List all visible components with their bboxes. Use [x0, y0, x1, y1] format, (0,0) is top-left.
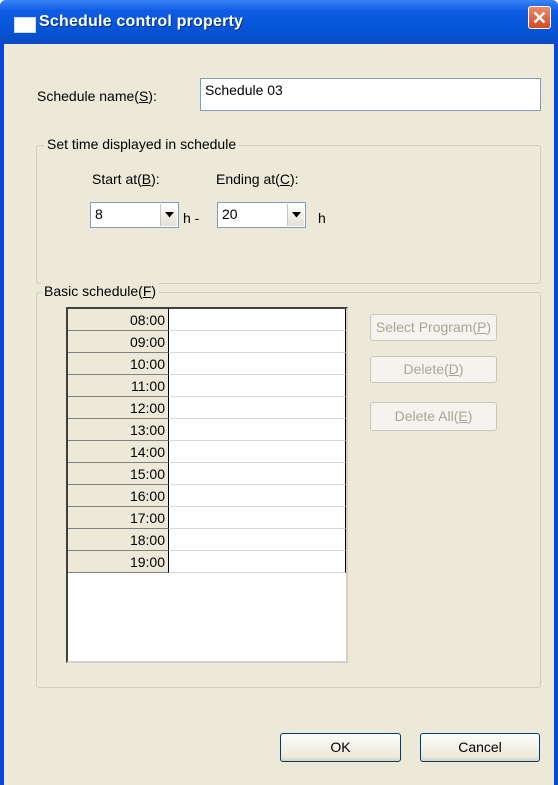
table-row[interactable]: 14:00: [68, 441, 346, 463]
row-program-cell[interactable]: [170, 529, 346, 551]
basic-schedule-legend: Basic schedule(F): [41, 283, 160, 299]
start-hour-combobox[interactable]: 8: [90, 202, 179, 228]
table-row[interactable]: 19:00: [68, 551, 346, 573]
row-program-cell[interactable]: [170, 375, 346, 397]
table-row[interactable]: 17:00: [68, 507, 346, 529]
row-time-label: 18:00: [68, 529, 169, 551]
chevron-down-icon: [292, 212, 301, 218]
table-row[interactable]: 11:00: [68, 375, 346, 397]
row-program-cell[interactable]: [170, 463, 346, 485]
row-time-label: 19:00: [68, 551, 169, 573]
close-x-icon: [533, 11, 546, 24]
chevron-down-icon: [165, 212, 174, 218]
start-hour-value: 8: [95, 206, 103, 222]
window-icon: [14, 17, 36, 33]
row-program-cell[interactable]: [170, 507, 346, 529]
dialog-window: Schedule control property Schedule name(…: [0, 0, 558, 785]
end-hour-value: 20: [222, 206, 238, 222]
row-time-label: 13:00: [68, 419, 169, 441]
schedule-table[interactable]: 08:00 09:00 10:00 11:00 12:00 13:00 14:00 15:00…: [66, 307, 348, 663]
row-program-cell[interactable]: [170, 331, 346, 353]
table-row[interactable]: 10:00: [68, 353, 346, 375]
table-row[interactable]: 12:00: [68, 397, 346, 419]
start-at-label: Start at(B):: [92, 171, 160, 187]
row-program-cell[interactable]: [170, 309, 346, 331]
row-time-label: 09:00: [68, 331, 169, 353]
row-program-cell[interactable]: [170, 485, 346, 507]
row-time-label: 17:00: [68, 507, 169, 529]
window-title: Schedule control property: [39, 13, 244, 30]
select-program-button[interactable]: Select Program(P): [370, 314, 497, 341]
delete-button[interactable]: Delete(D): [370, 356, 497, 383]
row-program-cell[interactable]: [170, 353, 346, 375]
delete-all-button[interactable]: Delete All(E): [370, 402, 497, 431]
table-row[interactable]: 09:00: [68, 331, 346, 353]
row-program-cell[interactable]: [170, 419, 346, 441]
row-time-label: 10:00: [68, 353, 169, 375]
row-time-label: 08:00: [68, 309, 169, 331]
row-time-label: 12:00: [68, 397, 169, 419]
title-bar[interactable]: Schedule control property: [0, 0, 558, 44]
start-hour-dropdown-button[interactable]: [160, 204, 177, 226]
row-time-label: 11:00: [68, 375, 169, 397]
row-time-label: 14:00: [68, 441, 169, 463]
row-program-cell[interactable]: [170, 551, 346, 573]
table-row[interactable]: 13:00: [68, 419, 346, 441]
row-program-cell[interactable]: [170, 397, 346, 419]
ok-button[interactable]: OK: [280, 733, 401, 762]
close-button[interactable]: [528, 6, 551, 29]
end-hour-unit: h: [318, 210, 326, 226]
time-group-legend: Set time displayed in schedule: [44, 136, 240, 152]
row-program-cell[interactable]: [170, 441, 346, 463]
row-time-label: 15:00: [68, 463, 169, 485]
table-row[interactable]: 18:00: [68, 529, 346, 551]
table-row[interactable]: 08:00: [68, 309, 346, 331]
row-time-label: 16:00: [68, 485, 169, 507]
schedule-name-input[interactable]: Schedule 03: [200, 78, 541, 111]
schedule-name-label: Schedule name(S):: [37, 88, 157, 104]
dialog-body: Schedule name(S): Schedule 03 Set time d…: [4, 44, 554, 785]
end-hour-combobox[interactable]: 20: [217, 202, 306, 228]
ending-at-label: Ending at(C):: [216, 171, 299, 187]
table-row[interactable]: 16:00: [68, 485, 346, 507]
end-hour-dropdown-button[interactable]: [287, 204, 304, 226]
start-hour-unit: h -: [183, 210, 200, 226]
table-row[interactable]: 15:00: [68, 463, 346, 485]
cancel-button[interactable]: Cancel: [420, 733, 540, 762]
